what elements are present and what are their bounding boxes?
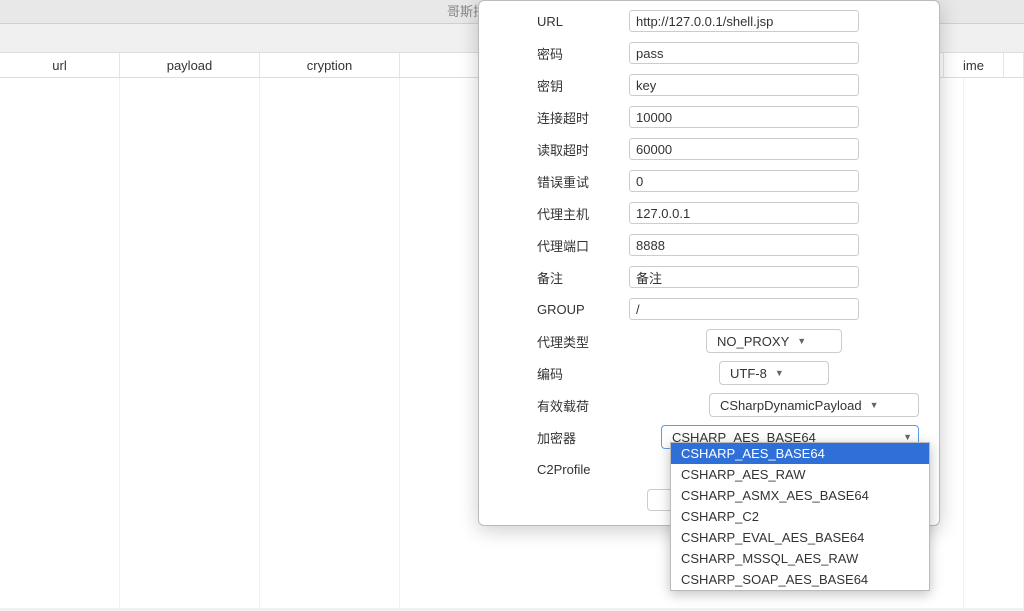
conn-timeout-label: 连接超时 — [499, 108, 629, 127]
column-cryption[interactable]: cryption — [260, 53, 400, 77]
password-label: 密码 — [499, 44, 629, 63]
encryptor-option[interactable]: CSHARP_EVAL_AES_BASE64 — [671, 527, 929, 548]
payload-value: CSharpDynamicPayload — [720, 398, 862, 413]
url-input[interactable] — [629, 10, 859, 32]
encryptor-label: 加密器 — [499, 428, 629, 447]
proxy-port-input[interactable] — [629, 234, 859, 256]
proxy-type-label: 代理类型 — [499, 332, 629, 351]
c2profile-label: C2Profile — [499, 462, 629, 477]
column-ime[interactable]: ime — [944, 53, 1004, 77]
encryptor-option[interactable]: CSHARP_C2 — [671, 506, 929, 527]
proxy-type-value: NO_PROXY — [717, 334, 789, 349]
read-timeout-input[interactable] — [629, 138, 859, 160]
remark-input[interactable] — [629, 266, 859, 288]
encoding-value: UTF-8 — [730, 366, 767, 381]
encryptor-option[interactable]: CSHARP_MSSQL_AES_RAW — [671, 548, 929, 569]
proxy-host-input[interactable] — [629, 202, 859, 224]
retry-input[interactable] — [629, 170, 859, 192]
group-input[interactable] — [629, 298, 859, 320]
proxy-type-select[interactable]: NO_PROXY ▼ — [706, 329, 842, 353]
payload-select[interactable]: CSharpDynamicPayload ▼ — [709, 393, 919, 417]
column-url[interactable]: url — [0, 53, 120, 77]
encoding-select[interactable]: UTF-8 ▼ — [719, 361, 829, 385]
group-label: GROUP — [499, 302, 629, 317]
column-spacer — [1004, 53, 1024, 77]
chevron-down-icon: ▼ — [797, 336, 806, 346]
key-input[interactable] — [629, 74, 859, 96]
encryptor-option[interactable]: CSHARP_SOAP_AES_BASE64 — [671, 569, 929, 590]
read-timeout-label: 读取超时 — [499, 140, 629, 159]
encryptor-option[interactable]: CSHARP_ASMX_AES_BASE64 — [671, 485, 929, 506]
password-input[interactable] — [629, 42, 859, 64]
chevron-down-icon: ▼ — [903, 432, 912, 442]
retry-label: 错误重试 — [499, 172, 629, 191]
conn-timeout-input[interactable] — [629, 106, 859, 128]
chevron-down-icon: ▼ — [775, 368, 784, 378]
remark-label: 备注 — [499, 268, 629, 287]
url-label: URL — [499, 14, 629, 29]
column-payload[interactable]: payload — [120, 53, 260, 77]
key-label: 密钥 — [499, 76, 629, 95]
chevron-down-icon: ▼ — [870, 400, 879, 410]
encryptor-option[interactable]: CSHARP_AES_RAW — [671, 464, 929, 485]
proxy-host-label: 代理主机 — [499, 204, 629, 223]
encryptor-option[interactable]: CSHARP_AES_BASE64 — [671, 443, 929, 464]
encryptor-dropdown: CSHARP_AES_BASE64CSHARP_AES_RAWCSHARP_AS… — [670, 442, 930, 591]
payload-label: 有效载荷 — [499, 396, 629, 415]
proxy-port-label: 代理端口 — [499, 236, 629, 255]
encoding-label: 编码 — [499, 364, 629, 383]
